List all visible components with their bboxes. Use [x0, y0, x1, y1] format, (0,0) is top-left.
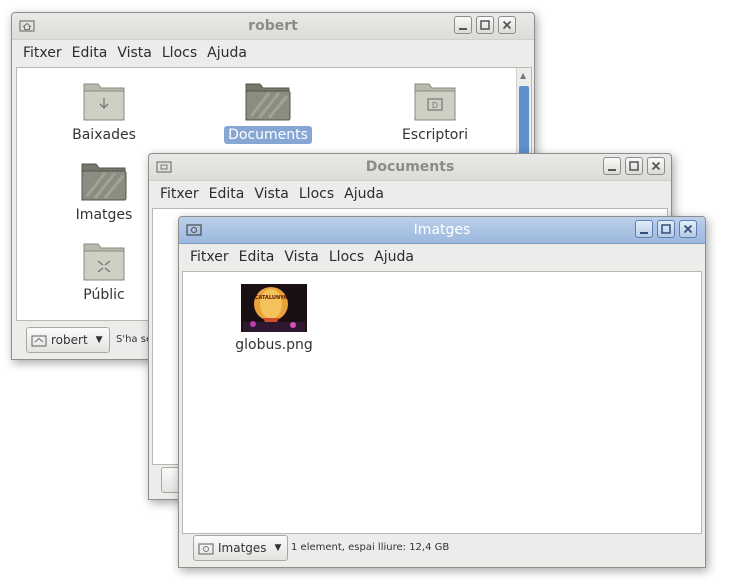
menu-ajuda[interactable]: Ajuda [374, 249, 414, 265]
maximize-button[interactable] [657, 220, 675, 238]
menu-vista[interactable]: Vista [284, 249, 319, 265]
scroll-up-arrow[interactable]: ▲ [520, 71, 526, 80]
titlebar[interactable]: robert [12, 13, 534, 40]
close-button[interactable] [647, 157, 665, 175]
maximize-button[interactable] [476, 16, 494, 34]
download-folder-icon [83, 83, 125, 121]
file-view: CATALUNYA globus.png [182, 271, 702, 534]
menubar: Fitxer Edita Vista Llocs Ajuda [12, 40, 534, 66]
menubar: Fitxer Edita Vista Llocs Ajuda [179, 244, 705, 270]
menu-fitxer[interactable]: Fitxer [23, 45, 62, 61]
menu-llocs[interactable]: Llocs [299, 186, 334, 202]
home-folder-icon [31, 335, 47, 347]
item-label: Públic [83, 287, 125, 303]
menu-edita[interactable]: Edita [209, 186, 245, 202]
statusbar: Imatges ▼ 1 element, espai lliure: 12,4 … [179, 529, 705, 567]
item-label: Baixades [72, 127, 136, 143]
window-imatges: Imatges Fitxer Edita Vista Llocs Ajuda C… [178, 216, 706, 568]
window-title: Documents [365, 159, 455, 175]
public-folder-icon [83, 243, 125, 281]
menu-llocs[interactable]: Llocs [329, 249, 364, 265]
folder-item-documents[interactable]: Documents [213, 78, 323, 144]
status-text: S'ha se [116, 334, 153, 345]
folder-item-public[interactable]: Públic [49, 238, 159, 304]
item-label: Documents [224, 126, 312, 144]
status-text: 1 element, espai lliure: 12,4 GB [291, 542, 450, 553]
thumbnail-text: CATALUNYA [255, 295, 287, 301]
minimize-button[interactable] [454, 16, 472, 34]
maximize-button[interactable] [625, 157, 643, 175]
menu-fitxer[interactable]: Fitxer [190, 249, 229, 265]
location-button[interactable]: robert ▼ [26, 327, 110, 353]
titlebar[interactable]: Imatges [179, 217, 705, 244]
window-title: Imatges [413, 222, 471, 238]
menu-ajuda[interactable]: Ajuda [207, 45, 247, 61]
menubar: Fitxer Edita Vista Llocs Ajuda [149, 181, 671, 207]
minimize-button[interactable] [603, 157, 621, 175]
desktop-folder-icon: D [414, 83, 456, 121]
location-button[interactable]: Imatges ▼ [193, 535, 289, 561]
titlebar[interactable]: Documents [149, 154, 671, 181]
close-button[interactable] [498, 16, 516, 34]
folder-item-escriptori[interactable]: D Escriptori [380, 78, 490, 144]
chevron-down-icon: ▼ [274, 543, 282, 553]
menu-vista[interactable]: Vista [117, 45, 152, 61]
chevron-down-icon: ▼ [95, 335, 103, 345]
location-label: Imatges [218, 541, 267, 555]
minimize-button[interactable] [635, 220, 653, 238]
svg-text:D: D [432, 101, 438, 110]
menu-llocs[interactable]: Llocs [162, 45, 197, 61]
menu-fitxer[interactable]: Fitxer [160, 186, 199, 202]
location-label: robert [51, 333, 88, 347]
item-label: Escriptori [401, 127, 469, 143]
documents-folder-icon [245, 83, 291, 121]
file-item-globus[interactable]: CATALUNYA globus.png [219, 284, 329, 354]
camera-folder-icon [198, 543, 214, 555]
menu-edita[interactable]: Edita [239, 249, 275, 265]
menu-vista[interactable]: Vista [254, 186, 289, 202]
folder-item-imatges[interactable]: Imatges [49, 158, 159, 224]
item-label: Imatges [75, 207, 133, 223]
item-label: globus.png [235, 337, 313, 353]
image-thumbnail: CATALUNYA [241, 284, 307, 332]
menu-edita[interactable]: Edita [72, 45, 108, 61]
folder-item-baixades[interactable]: Baixades [49, 78, 159, 144]
menu-ajuda[interactable]: Ajuda [344, 186, 384, 202]
pictures-folder-icon [81, 163, 127, 201]
close-button[interactable] [679, 220, 697, 238]
